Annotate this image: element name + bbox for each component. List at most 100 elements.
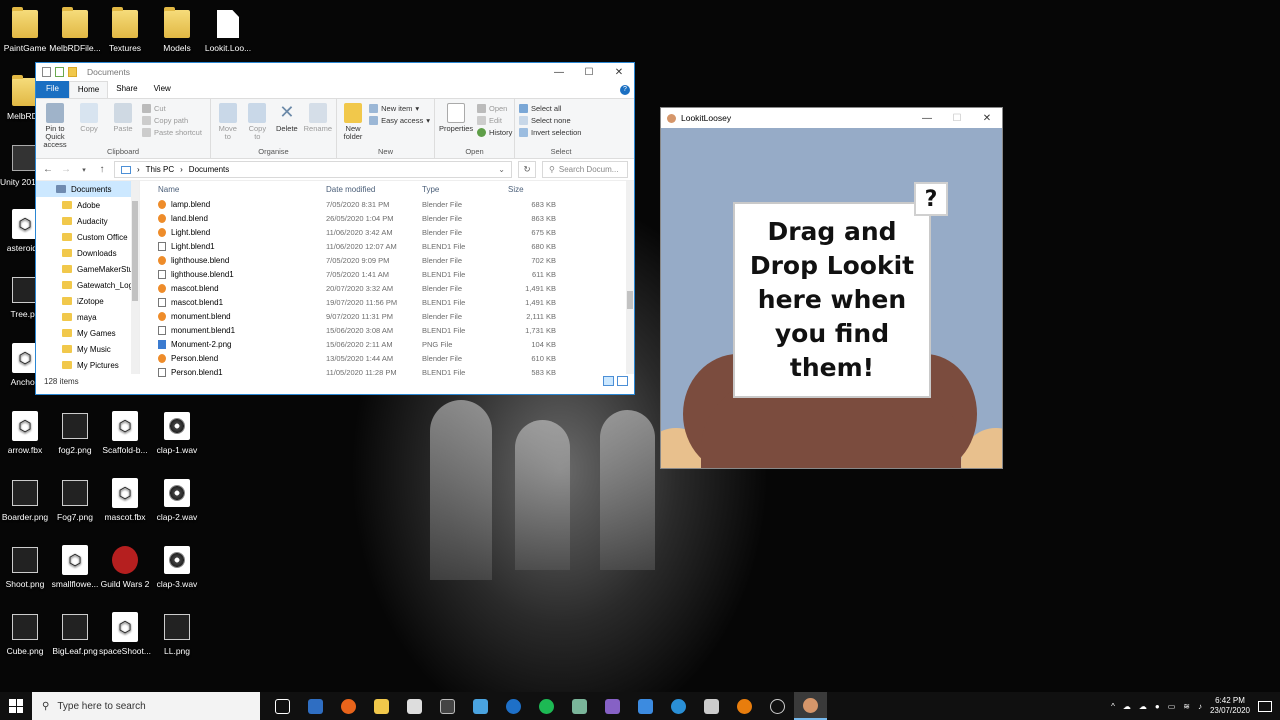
maximize-button[interactable]: ☐ bbox=[574, 67, 604, 78]
volume-icon[interactable]: ♪ bbox=[1198, 702, 1202, 711]
lookit-titlebar[interactable]: LookitLoosey — ☐ ✕ bbox=[661, 108, 1002, 128]
refresh-button[interactable]: ↻ bbox=[518, 161, 536, 178]
file-row[interactable]: lamp.blend 7/05/2020 8:31 PM Blender File 6… bbox=[154, 197, 634, 211]
pin-quick-access-button[interactable]: Pin to Quick access bbox=[40, 103, 70, 148]
notifications-icon[interactable] bbox=[1258, 700, 1272, 712]
back-arrow-icon[interactable]: ← bbox=[42, 164, 54, 175]
file-row[interactable]: mascot.blend1 19/07/2020 11:56 PM BLEND1 F… bbox=[154, 295, 634, 309]
breadcrumb-this-pc[interactable]: This PC bbox=[146, 165, 174, 174]
nav-item[interactable]: Documents bbox=[36, 181, 139, 197]
start-button[interactable] bbox=[0, 692, 32, 720]
file-row[interactable]: lighthouse.blend 7/05/2020 9:09 PM Blender… bbox=[154, 253, 634, 267]
nav-scrollbar[interactable] bbox=[131, 181, 139, 374]
task-view-icon[interactable] bbox=[266, 692, 299, 720]
help-icon[interactable]: ? bbox=[616, 81, 634, 98]
nav-item[interactable]: Adobe bbox=[36, 197, 139, 213]
copy-to-button[interactable]: Copy to bbox=[245, 103, 271, 146]
file-row[interactable]: Light.blend 11/06/2020 3:42 AM Blender Fil… bbox=[154, 225, 634, 239]
invert-selection-button[interactable]: Invert selection bbox=[519, 128, 581, 137]
file-list-scrollbar[interactable] bbox=[626, 181, 634, 374]
unity-hub-icon[interactable] bbox=[431, 692, 464, 720]
nav-item[interactable]: Audacity bbox=[36, 213, 139, 229]
new-item-button[interactable]: New item ▾ bbox=[369, 104, 430, 113]
easy-access-button[interactable]: Easy access ▾ bbox=[369, 116, 430, 125]
nav-item[interactable]: iZotope bbox=[36, 293, 139, 309]
history-button[interactable]: History bbox=[477, 128, 512, 137]
desktop-icon[interactable]: ⬡ spaceShoot... bbox=[95, 611, 155, 656]
select-none-button[interactable]: Select none bbox=[519, 116, 581, 125]
tab-file[interactable]: File bbox=[36, 81, 69, 98]
column-size[interactable]: Size bbox=[508, 185, 556, 194]
onedrive-icon[interactable]: ☁ bbox=[1123, 702, 1131, 711]
chevron-up-icon[interactable]: ^ bbox=[1111, 702, 1115, 711]
firefox-icon[interactable] bbox=[332, 692, 365, 720]
delete-button[interactable]: ✕ Delete bbox=[274, 103, 300, 146]
breadcrumb-documents[interactable]: Documents bbox=[189, 165, 229, 174]
close-button[interactable]: ✕ bbox=[972, 113, 1002, 124]
explorer-titlebar[interactable]: Documents — ☐ ✕ bbox=[36, 63, 634, 81]
close-button[interactable]: ✕ bbox=[604, 67, 634, 78]
minimize-button[interactable]: — bbox=[912, 113, 942, 124]
copy-button[interactable]: Copy bbox=[74, 103, 104, 146]
minimize-button[interactable]: — bbox=[544, 67, 574, 78]
lookit-loosey-taskbar-icon[interactable] bbox=[794, 692, 827, 720]
lookit-loosey-window[interactable]: LookitLoosey — ☐ ✕ Drag and Drop Lookit … bbox=[660, 107, 1003, 469]
recent-chevron-icon[interactable]: ▾ bbox=[78, 166, 90, 174]
file-row[interactable]: Person.blend 13/05/2020 1:44 AM Blender Fi… bbox=[154, 351, 634, 365]
up-arrow-icon[interactable]: ↑ bbox=[96, 164, 108, 175]
app-blue-icon[interactable] bbox=[629, 692, 662, 720]
desktop-icon[interactable]: Textures bbox=[95, 7, 155, 53]
network-icon[interactable]: ▭ bbox=[1168, 702, 1176, 711]
microphone-icon[interactable]: ● bbox=[1155, 702, 1160, 711]
wifi-icon[interactable]: ≋ bbox=[1183, 702, 1190, 711]
column-date-modified[interactable]: Date modified bbox=[326, 185, 422, 194]
desktop-icon[interactable]: ⬡ Scaffold-b... bbox=[95, 410, 155, 455]
drop-zone-sign[interactable]: Drag and Drop Lookit here when you find … bbox=[733, 202, 931, 398]
tab-home[interactable]: Home bbox=[68, 81, 109, 98]
file-explorer-icon[interactable] bbox=[365, 692, 398, 720]
onedrive-2-icon[interactable]: ☁ bbox=[1139, 702, 1147, 711]
file-explorer-window[interactable]: Documents — ☐ ✕ File Home Share View ? P… bbox=[35, 62, 635, 395]
forward-arrow-icon[interactable]: → bbox=[60, 164, 72, 175]
select-all-button[interactable]: Select all bbox=[519, 104, 581, 113]
check-quick-icon[interactable] bbox=[55, 67, 64, 77]
file-row[interactable]: lighthouse.blend1 7/05/2020 1:41 AM BLEND1… bbox=[154, 267, 634, 281]
address-dropdown-icon[interactable]: ⌄ bbox=[498, 165, 505, 174]
paste-button[interactable]: Paste bbox=[108, 103, 138, 146]
tab-view[interactable]: View bbox=[146, 81, 179, 98]
blender-icon[interactable] bbox=[728, 692, 761, 720]
column-type[interactable]: Type bbox=[422, 185, 508, 194]
desktop-icon[interactable]: Guild Wars 2 bbox=[95, 544, 155, 589]
cut-button[interactable]: Cut bbox=[142, 104, 202, 113]
folder-quick-icon[interactable] bbox=[68, 67, 77, 77]
open-button[interactable]: Open bbox=[477, 104, 512, 113]
help-question-button[interactable]: ? bbox=[914, 182, 948, 216]
file-row[interactable]: land.blend 26/05/2020 1:04 PM Blender File… bbox=[154, 211, 634, 225]
desktop-icon[interactable]: Lookit.Loo... bbox=[198, 8, 258, 53]
clock[interactable]: 6:42 PM 23/07/2020 bbox=[1210, 696, 1250, 716]
nav-item[interactable]: My Pictures bbox=[36, 357, 139, 373]
paste-shortcut-button[interactable]: Paste shortcut bbox=[142, 128, 202, 137]
taskbar-search-input[interactable]: ⚲ Type here to search bbox=[32, 692, 260, 720]
sourcetree-icon[interactable] bbox=[662, 692, 695, 720]
file-row[interactable]: Light.blend1 11/06/2020 12:07 AM BLEND1 Fi… bbox=[154, 239, 634, 253]
copy-path-button[interactable]: Copy path bbox=[142, 116, 202, 125]
file-row[interactable]: monument.blend 9/07/2020 11:31 PM Blender … bbox=[154, 309, 634, 323]
nav-item[interactable]: My Games bbox=[36, 325, 139, 341]
nav-item[interactable]: GameMakerStu bbox=[36, 261, 139, 277]
outlook-icon[interactable] bbox=[299, 692, 332, 720]
new-folder-button[interactable]: New folder bbox=[341, 103, 365, 146]
maps-icon[interactable] bbox=[497, 692, 530, 720]
spotify-icon[interactable] bbox=[530, 692, 563, 720]
desktop-icon[interactable]: LL.png bbox=[147, 611, 207, 656]
file-row[interactable]: Monument-2.png 15/06/2020 2:11 AM PNG File… bbox=[154, 337, 634, 351]
edit-button[interactable]: Edit bbox=[477, 116, 512, 125]
properties-button[interactable]: Properties bbox=[439, 103, 473, 146]
nav-item[interactable]: Downloads bbox=[36, 245, 139, 261]
nav-item[interactable]: maya bbox=[36, 309, 139, 325]
nav-item[interactable]: Gatewatch_Log bbox=[36, 277, 139, 293]
column-name[interactable]: Name bbox=[154, 185, 326, 194]
file-row[interactable]: Person.blend1 11/05/2020 11:28 PM BLEND1 F… bbox=[154, 365, 634, 379]
visual-studio-icon[interactable] bbox=[596, 692, 629, 720]
desktop-icon[interactable]: clap-2.wav bbox=[147, 477, 207, 522]
